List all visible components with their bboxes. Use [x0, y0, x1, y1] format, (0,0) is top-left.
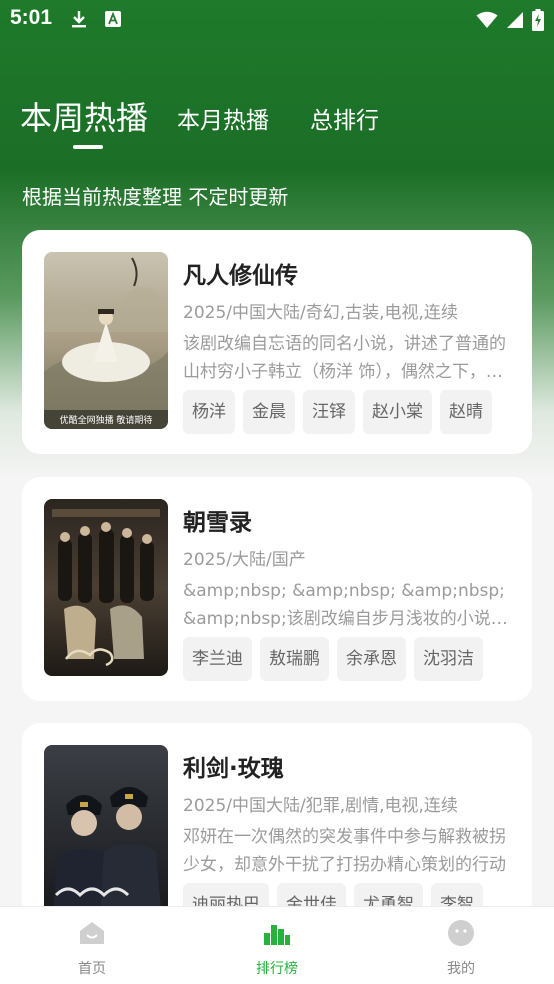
poster-caption: 优酷全网独播 敬请期待: [60, 414, 153, 426]
drama-card[interactable]: 朝雪录 2025/大陆/国产 &amp;nbsp; &amp;nbsp; &am…: [22, 477, 532, 701]
keyboard-a-icon: [104, 9, 122, 29]
nav-ranking[interactable]: 排行榜: [217, 907, 337, 984]
download-icon: [70, 9, 88, 29]
wifi-icon: [476, 11, 498, 29]
drama-poster: [44, 745, 168, 922]
cast-tags: 杨洋 金晨 汪铎 赵小棠 赵晴: [183, 390, 523, 434]
ranking-tabs: 本周热播 本月热播 总排行: [0, 88, 554, 158]
active-tab-indicator: [73, 145, 103, 149]
drama-meta: 2025/中国大陆/犯罪,剧情,电视,连续: [183, 796, 458, 816]
nav-profile[interactable]: 我的: [401, 907, 521, 984]
cast-tag[interactable]: 汪铎: [303, 390, 355, 434]
drama-poster: 优酷全网独播 敬请期待: [44, 252, 168, 429]
drama-poster: [44, 499, 168, 676]
cast-tag[interactable]: 沈羽洁: [414, 637, 483, 681]
drama-title: 朝雪录: [183, 510, 252, 536]
drama-title: 凡人修仙传: [183, 263, 298, 289]
drama-card[interactable]: 优酷全网独播 敬请期待 凡人修仙传 2025/中国大陆/奇幻,古装,电视,连续 …: [22, 230, 532, 454]
cast-tags: 李兰迪 敖瑞鹏 余承恩 沈羽洁: [183, 637, 523, 681]
drama-meta: 2025/中国大陆/奇幻,古装,电视,连续: [183, 303, 458, 323]
status-bar: 5:01: [0, 0, 554, 40]
ranking-subtitle: 根据当前热度整理 不定时更新: [22, 185, 289, 209]
cast-tag[interactable]: 余承恩: [337, 637, 406, 681]
battery-charging-icon: [532, 9, 544, 31]
cast-tag[interactable]: 敖瑞鹏: [260, 637, 329, 681]
ranking-chart-icon: [263, 919, 291, 947]
profile-face-icon: [447, 919, 475, 947]
cast-tag[interactable]: 赵小棠: [363, 390, 432, 434]
tab-this-week[interactable]: 本周热播: [20, 93, 148, 139]
nav-profile-label: 我的: [447, 961, 475, 977]
cast-tag[interactable]: 杨洋: [183, 390, 235, 434]
nav-home-label: 首页: [78, 961, 106, 977]
drama-title: 利剑·玫瑰: [183, 756, 284, 782]
drama-description: 邓妍在一次偶然的突发事件中参与解救被拐少女，却意外干扰了打拐办精心策划的行动: [183, 827, 506, 875]
drama-meta: 2025/大陆/国产: [183, 550, 306, 570]
tab-all-time[interactable]: 总排行: [310, 101, 379, 135]
tab-this-month[interactable]: 本月热播: [177, 101, 269, 135]
drama-description: &amp;nbsp; &amp;nbsp; &amp;nbsp; &amp;nb…: [183, 581, 505, 629]
cast-tag[interactable]: 李兰迪: [183, 637, 252, 681]
drama-description: 该剧改编自忘语的同名小说，讲述了普通的山村穷小子韩立（杨洋 饰），偶然之下，跨入…: [183, 334, 506, 382]
cast-tag[interactable]: 金晨: [243, 390, 295, 434]
status-time: 5:01: [10, 6, 53, 29]
nav-home[interactable]: 首页: [32, 907, 152, 984]
bottom-navigation: 首页 排行榜 我的: [0, 906, 554, 984]
signal-icon: [506, 11, 524, 29]
cast-tag[interactable]: 赵晴: [440, 390, 492, 434]
home-icon: [78, 919, 106, 947]
nav-ranking-label: 排行榜: [256, 961, 298, 977]
